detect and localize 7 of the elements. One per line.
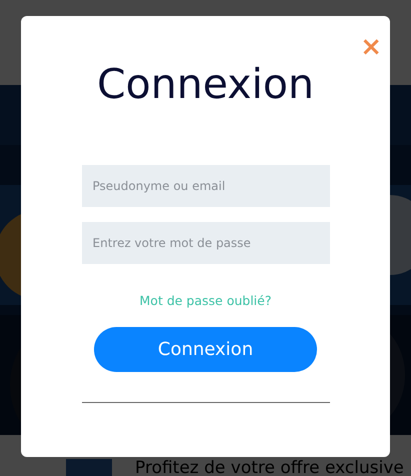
close-button[interactable]: × — [360, 36, 382, 58]
forgot-password-link[interactable]: Mot de passe oublié? — [140, 293, 272, 308]
username-field[interactable]: Pseudonyme ou email — [82, 165, 330, 207]
password-field[interactable]: Entrez votre mot de passe — [82, 222, 330, 264]
login-button[interactable]: Connexion — [94, 327, 317, 372]
offer-text: Profitez de votre offre exclusive — [135, 459, 404, 476]
dialog-title: Connexion — [96, 59, 315, 110]
